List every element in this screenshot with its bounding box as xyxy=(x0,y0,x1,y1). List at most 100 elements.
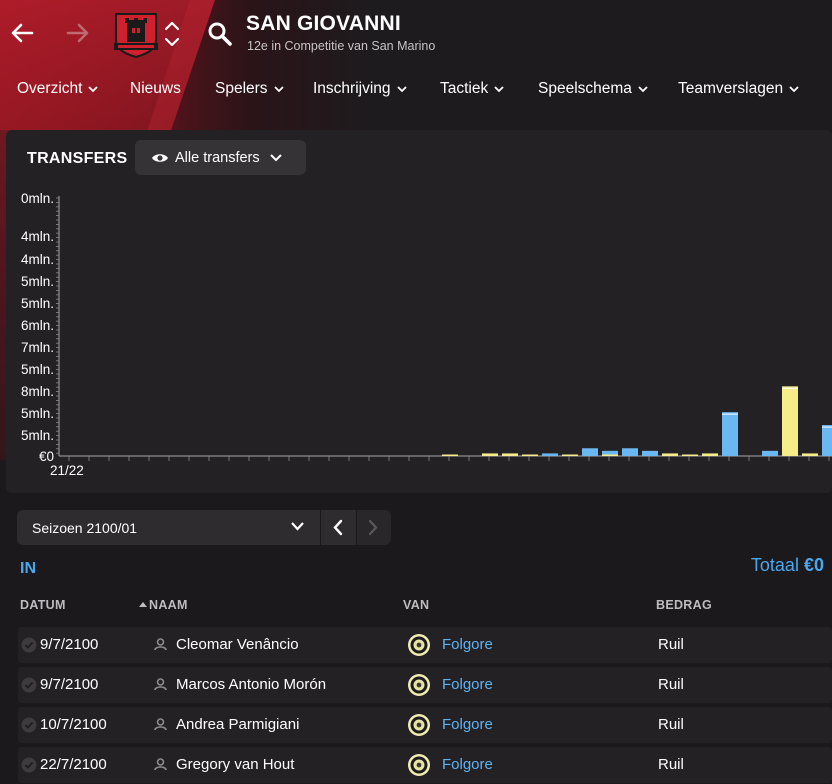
y-tick-label: 5mln. xyxy=(21,362,54,377)
player-name[interactable]: Cleomar Venâncio xyxy=(176,636,299,653)
chevron-down-icon xyxy=(273,85,284,92)
transfer-date: 10/7/2100 xyxy=(40,716,107,733)
back-button[interactable] xyxy=(8,18,38,48)
player-name[interactable]: Gregory van Hout xyxy=(176,756,294,773)
table-row[interactable]: 10/7/2100 Andrea Parmigiani Folgore Ruil xyxy=(18,707,832,743)
menu-label: Tactiek xyxy=(440,80,489,97)
club-switch-button[interactable] xyxy=(162,18,182,50)
from-club-link[interactable]: Folgore xyxy=(442,676,493,693)
next-season-button[interactable] xyxy=(357,510,391,545)
bar-series-yellow[interactable] xyxy=(802,453,818,456)
person-icon xyxy=(154,718,167,731)
total-value: €0 xyxy=(803,555,824,575)
bar-series-yellow[interactable] xyxy=(702,453,718,456)
incoming-total: Totaal €0 xyxy=(751,555,824,576)
chevron-down-icon xyxy=(494,85,504,92)
menu-tactiek[interactable]: Tactiek xyxy=(440,80,504,98)
from-club-link[interactable]: Folgore xyxy=(442,756,493,773)
menu-label: Nieuws xyxy=(130,80,181,97)
menu-overzicht[interactable]: Overzicht xyxy=(17,80,99,98)
club-badge-icon xyxy=(408,674,430,696)
check-circle-icon xyxy=(21,677,37,693)
bar-series-blue[interactable] xyxy=(642,450,658,456)
column-header-name[interactable]: NAAM xyxy=(138,598,188,612)
eye-icon xyxy=(152,153,168,162)
transfers-chart: 0mln. 4mln. 4mln. 5mln. 5mln. 6mln. 7mln. 5mln.… xyxy=(21,191,832,478)
menu-inschrijving[interactable]: Inschrijving xyxy=(313,80,407,98)
table-row[interactable]: 22/7/2100 Gregory van Hout Folgore Ruil xyxy=(18,747,832,783)
bar-series-yellow[interactable] xyxy=(662,453,678,456)
menu-nieuws[interactable]: Nieuws xyxy=(130,80,181,98)
search-button[interactable] xyxy=(206,20,234,48)
bar-series-blue[interactable] xyxy=(582,448,598,456)
bar-series-blue[interactable] xyxy=(722,412,738,456)
y-tick-label: 7mln. xyxy=(21,340,54,355)
bar-series-yellow[interactable] xyxy=(482,453,498,456)
player-name[interactable]: Andrea Parmigiani xyxy=(176,716,299,733)
menu-label: Overzicht xyxy=(17,80,83,97)
menu-label: Spelers xyxy=(215,80,268,97)
y-tick-label: 5mln. xyxy=(21,296,54,311)
y-tick-label: 4mln. xyxy=(21,252,54,267)
transfer-amount: Ruil xyxy=(658,676,684,693)
search-icon xyxy=(208,22,232,46)
column-header-from[interactable]: VAN xyxy=(403,598,429,612)
bar-series-yellow[interactable] xyxy=(502,453,518,456)
column-header-amount[interactable]: BEDRAG xyxy=(656,598,712,612)
table-row[interactable]: 9/7/2100 Cleomar Venâncio Folgore Ruil xyxy=(18,627,832,663)
menu-label: Teamverslagen xyxy=(678,80,784,97)
transfer-amount: Ruil xyxy=(658,636,684,653)
chevron-down-icon xyxy=(789,85,799,92)
player-name[interactable]: Marcos Antonio Morón xyxy=(176,676,326,693)
chevron-right-icon xyxy=(368,519,378,536)
y-tick-label: 5mln. xyxy=(21,428,54,443)
chevron-up-down-icon xyxy=(164,21,180,47)
club-subtitle[interactable]: 12e in Competitie van San Marino xyxy=(247,39,435,53)
menu-speelschema[interactable]: Speelschema xyxy=(538,80,648,98)
person-icon xyxy=(154,758,167,771)
bar-series-blue[interactable] xyxy=(762,450,778,456)
transfers-filter-dropdown[interactable]: Alle transfers xyxy=(135,140,306,175)
menu-spelers[interactable]: Spelers xyxy=(215,80,284,98)
y-tick-label: 5mln. xyxy=(21,274,54,289)
bar-series-yellow[interactable] xyxy=(522,454,538,457)
menu-teamverslagen[interactable]: Teamverslagen xyxy=(678,80,799,98)
column-header-date[interactable]: DATUM xyxy=(20,598,66,612)
sort-ascending-icon xyxy=(139,602,147,607)
bar-series-yellow[interactable] xyxy=(682,454,698,457)
bar-series-yellow[interactable] xyxy=(442,454,458,457)
season-dropdown[interactable]: Seizoen 2100/01 xyxy=(17,510,320,545)
check-circle-icon xyxy=(21,637,37,653)
previous-season-button[interactable] xyxy=(321,510,356,545)
bar-series-blue[interactable] xyxy=(542,453,558,456)
club-badge-icon xyxy=(408,754,430,776)
bar-series-blue[interactable] xyxy=(822,425,832,456)
bar-series-yellow[interactable] xyxy=(602,454,618,457)
filter-label: Alle transfers xyxy=(175,149,260,166)
arrow-right-icon xyxy=(66,23,89,43)
from-club-link[interactable]: Folgore xyxy=(442,716,493,733)
club-badge-icon xyxy=(408,714,430,736)
incoming-section-label: IN xyxy=(20,560,36,577)
bar-series-blue[interactable] xyxy=(622,448,638,456)
chevron-down-icon xyxy=(638,85,648,92)
main-menu: Overzicht Nieuws Spelers Inschrijving Ta… xyxy=(0,78,832,104)
bar-series-yellow[interactable] xyxy=(562,454,578,457)
menu-label: Inschrijving xyxy=(313,80,391,97)
chevron-down-icon xyxy=(269,153,282,161)
y-tick-label: 0mln. xyxy=(21,191,54,206)
transfer-date: 22/7/2100 xyxy=(40,756,107,773)
bar-series-yellow[interactable] xyxy=(782,386,798,456)
transfer-date: 9/7/2100 xyxy=(40,636,99,653)
chevron-down-icon xyxy=(88,85,99,92)
forward-button[interactable] xyxy=(62,18,92,48)
column-header-name-label: NAAM xyxy=(149,598,188,612)
chevron-down-icon xyxy=(291,522,304,531)
club-crest-icon[interactable] xyxy=(112,10,160,59)
from-club-link[interactable]: Folgore xyxy=(442,636,493,653)
table-row[interactable]: 9/7/2100 Marcos Antonio Morón Folgore Ruil xyxy=(18,667,832,703)
chevron-down-icon xyxy=(396,85,407,92)
person-icon xyxy=(154,638,167,651)
y-tick-label: 5mln. xyxy=(21,406,54,421)
menu-label: Speelschema xyxy=(538,80,632,97)
